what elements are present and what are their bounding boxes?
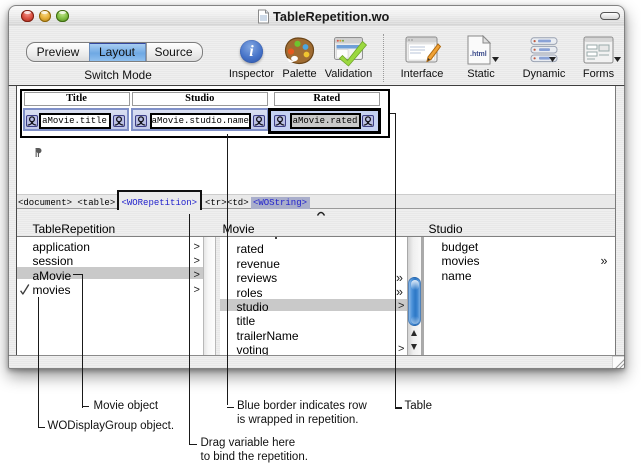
svg-text:.html: .html: [470, 51, 487, 58]
